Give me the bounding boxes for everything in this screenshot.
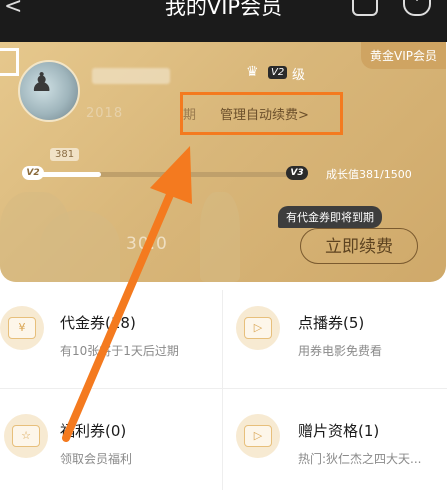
top-bar: < 我的VIP会员 ✓ ¥ <box>0 0 447 42</box>
page-title: 我的VIP会员 <box>164 0 283 19</box>
grid-item-title: 福利券(0) <box>60 422 127 440</box>
vip-logo-icon: ♛ <box>246 64 259 80</box>
highlight-box <box>180 92 343 135</box>
renew-button[interactable]: 立即续费 <box>300 228 418 264</box>
level-badge: V2 <box>268 66 288 79</box>
play-ticket-icon: ▷ <box>236 306 280 350</box>
coupon-expiry-tip: 有代金券即将到期 <box>278 206 382 228</box>
grid-divider <box>0 388 447 389</box>
username <box>92 68 170 84</box>
coupon-icon: ¥ <box>0 306 44 350</box>
grid-item-title: 赠片资格(1) <box>298 422 380 440</box>
avatar[interactable]: ♟ <box>18 60 80 122</box>
grid-item-title: 代金券(18) <box>60 314 136 332</box>
price-text: 30.0 <box>126 234 168 254</box>
grid-item-subtitle: 领取会员福利 <box>60 452 133 466</box>
qr-code-icon[interactable] <box>0 48 19 76</box>
grid-item-subtitle: 热门:狄仁杰之四大天... <box>298 452 422 466</box>
grid-item-subtitle: 有10张将于1天后过期 <box>60 344 179 358</box>
membership-badge: 黄金VIP会员 <box>361 42 446 69</box>
grid-item-subtitle: 用券电影免费看 <box>298 344 383 358</box>
level-text: 级 <box>292 68 306 83</box>
vip-card: ♟ ♛ V2 级 黄金VIP会员 2018 期 管理自动续费> 381 V2 V… <box>0 42 446 282</box>
grid-divider <box>222 290 223 490</box>
tv-icon: ▷ <box>236 414 280 458</box>
expiry-date: 2018 <box>86 106 124 121</box>
star-ticket-icon: ☆ <box>4 414 48 458</box>
growth-popover: 381 <box>50 148 80 161</box>
growth-value: 成长值381/1500 <box>326 168 412 181</box>
cup-icon[interactable]: ✓ <box>352 0 378 16</box>
grid-item-title: 点播券(5) <box>298 314 365 332</box>
end-level-node: V3 <box>286 166 308 180</box>
start-level-node: V2 <box>22 166 44 180</box>
